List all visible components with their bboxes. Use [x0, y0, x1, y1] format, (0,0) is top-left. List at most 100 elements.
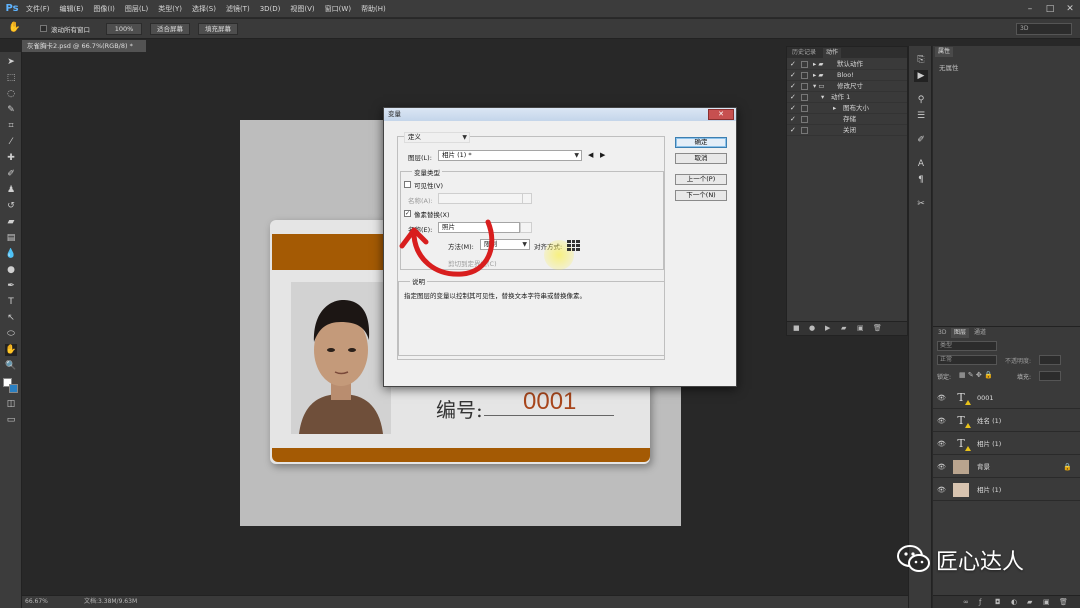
mask-icon[interactable]: ◘	[995, 598, 1001, 606]
brush-presets-icon[interactable]: ✐	[914, 134, 928, 146]
stop-icon[interactable]: ■	[793, 324, 800, 332]
tab-channels[interactable]: 通道	[971, 328, 989, 338]
healing-tool-icon[interactable]: ✚	[5, 152, 17, 164]
pixel-name-dropdown[interactable]	[520, 222, 532, 233]
action-row[interactable]: ✓ 存储	[787, 114, 907, 125]
layer-row[interactable]: 👁 背景 🔒	[933, 456, 1080, 478]
eye-icon[interactable]: 👁	[937, 387, 946, 409]
fill-screen-button[interactable]: 填充屏幕	[198, 23, 238, 35]
menu-view[interactable]: 视图(V)	[285, 4, 319, 14]
screen-mode-icon[interactable]: ▭	[5, 414, 17, 426]
workspace-3d-select[interactable]: 3D	[1016, 23, 1072, 35]
visibility-name-input[interactable]	[438, 193, 532, 204]
prev-layer-arrow-icon[interactable]: ◀	[588, 151, 593, 159]
tab-layers[interactable]: 图层	[951, 328, 970, 338]
menu-filter[interactable]: 滤镜(T)	[221, 4, 255, 14]
layer-row[interactable]: 👁 相片 (1)	[933, 479, 1080, 501]
type-tool-icon[interactable]: T	[5, 296, 17, 308]
marquee-tool-icon[interactable]: ⬚	[5, 72, 17, 84]
actions-play-icon[interactable]: ▶	[914, 70, 928, 82]
pen-tool-icon[interactable]: ✒	[5, 280, 17, 292]
layer-select[interactable]: 相片 (1) * ▼	[438, 150, 582, 161]
menu-type[interactable]: 类型(Y)	[153, 4, 187, 14]
history-brush-tool-icon[interactable]: ↺	[5, 200, 17, 212]
link-icon[interactable]: ∞	[963, 598, 969, 606]
dialog-toggle-box[interactable]	[801, 94, 808, 101]
dialog-toggle-box[interactable]	[801, 61, 808, 68]
layer-row[interactable]: 👁 T 0001	[933, 387, 1080, 409]
crop-tool-icon[interactable]: ⌗	[5, 120, 17, 132]
menu-image[interactable]: 图像(I)	[88, 4, 120, 14]
trash-icon[interactable]: 🗑	[873, 324, 882, 332]
play-icon[interactable]: ▶	[825, 324, 830, 332]
eye-icon[interactable]: 👁	[937, 433, 946, 455]
paragraph-icon[interactable]: ¶	[914, 174, 928, 186]
blur-tool-icon[interactable]: 💧	[5, 248, 17, 260]
tab-actions[interactable]: 动作	[823, 48, 842, 58]
fill-input[interactable]	[1039, 371, 1061, 381]
alignment-grid-icon[interactable]	[567, 240, 580, 251]
status-zoom[interactable]: 66.67%	[25, 596, 48, 608]
menu-help[interactable]: 帮助(H)	[356, 4, 391, 14]
hand-tool-active-icon[interactable]: ✋	[5, 344, 17, 356]
menu-edit[interactable]: 编辑(E)	[55, 4, 89, 14]
dialog-toggle-box[interactable]	[801, 116, 808, 123]
eye-icon[interactable]: 👁	[937, 410, 946, 432]
layer-kind-filter[interactable]: 类型	[937, 341, 997, 351]
opacity-input[interactable]	[1039, 355, 1061, 365]
eye-icon[interactable]: 👁	[937, 456, 946, 478]
document-tab[interactable]: 灰雀胸卡2.psd @ 66.7%(RGB/8) *	[22, 40, 146, 52]
action-row[interactable]: ✓ 关闭	[787, 125, 907, 136]
action-row[interactable]: ✓ ▾ 动作 1	[787, 92, 907, 103]
define-select[interactable]: 定义 ▼	[404, 132, 470, 143]
ok-button[interactable]: 确定	[675, 137, 727, 148]
adjustments-icon[interactable]: ⚲	[914, 94, 928, 106]
brush-tool-icon[interactable]: ✐	[5, 168, 17, 180]
eyedropper-tool-icon[interactable]: ⁄	[5, 136, 17, 148]
dialog-close-button[interactable]: ✕	[708, 109, 734, 120]
action-row[interactable]: ✓ ▾ ▭ 修改尺寸	[787, 81, 907, 92]
trash-icon[interactable]: 🗑	[1059, 598, 1068, 606]
next-layer-arrow-icon[interactable]: ▶	[600, 151, 605, 159]
action-row[interactable]: ✓ ▸ ▰ Bloo!	[787, 70, 907, 81]
adjustment-icon[interactable]: ◐	[1011, 598, 1017, 606]
properties-icon[interactable]: ☰	[914, 110, 928, 122]
fx-icon[interactable]: ƒ	[979, 598, 981, 606]
blend-mode-select[interactable]: 正常	[937, 355, 997, 365]
dialog-toggle-box[interactable]	[801, 127, 808, 134]
history-icon[interactable]: ⎘	[914, 54, 928, 66]
menu-file[interactable]: 文件(F)	[21, 4, 55, 14]
tab-history[interactable]: 历史记录	[789, 48, 819, 58]
lock-icons[interactable]: ▦ ✎ ✥ 🔒	[959, 371, 993, 379]
gradient-tool-icon[interactable]: ▤	[5, 232, 17, 244]
menu-window[interactable]: 窗口(W)	[320, 4, 356, 14]
shape-tool-icon[interactable]: ⬭	[5, 328, 17, 340]
menu-select[interactable]: 选择(S)	[187, 4, 221, 14]
zoom-100-button[interactable]: 100%	[106, 23, 142, 35]
lasso-tool-icon[interactable]: ◌	[5, 88, 17, 100]
minimize-button[interactable]: –	[1020, 0, 1040, 18]
visibility-name-dropdown[interactable]	[522, 193, 532, 204]
visibility-checkbox[interactable]	[404, 181, 411, 188]
action-row[interactable]: ✓ ▸ 图布大小	[787, 103, 907, 114]
eye-icon[interactable]: 👁	[937, 479, 946, 501]
layer-row[interactable]: 👁 T 相片 (1)	[933, 433, 1080, 455]
tab-properties[interactable]: 属性	[935, 47, 954, 57]
move-tool-icon[interactable]: ➤	[5, 56, 17, 68]
dialog-toggle-box[interactable]	[801, 83, 808, 90]
dodge-tool-icon[interactable]: ●	[5, 264, 17, 276]
action-row[interactable]: ✓ ▸ ▰ 默认动作	[787, 59, 907, 70]
character-icon[interactable]: A	[914, 158, 928, 170]
quick-mask-icon[interactable]: ◫	[5, 398, 17, 410]
path-select-tool-icon[interactable]: ↖	[5, 312, 17, 324]
quick-select-tool-icon[interactable]: ✎	[5, 104, 17, 116]
stamp-tool-icon[interactable]: ♟	[5, 184, 17, 196]
close-window-button[interactable]: ✕	[1060, 0, 1080, 18]
maximize-button[interactable]: □	[1040, 0, 1060, 18]
previous-button[interactable]: 上一个(P)	[675, 174, 727, 185]
menu-3d[interactable]: 3D(D)	[255, 5, 286, 13]
new-layer-icon[interactable]: ▣	[1043, 598, 1050, 606]
hand-tool-icon[interactable]: ✋	[8, 22, 20, 33]
scroll-all-checkbox[interactable]	[40, 25, 47, 32]
background-color-swatch[interactable]	[9, 384, 18, 393]
